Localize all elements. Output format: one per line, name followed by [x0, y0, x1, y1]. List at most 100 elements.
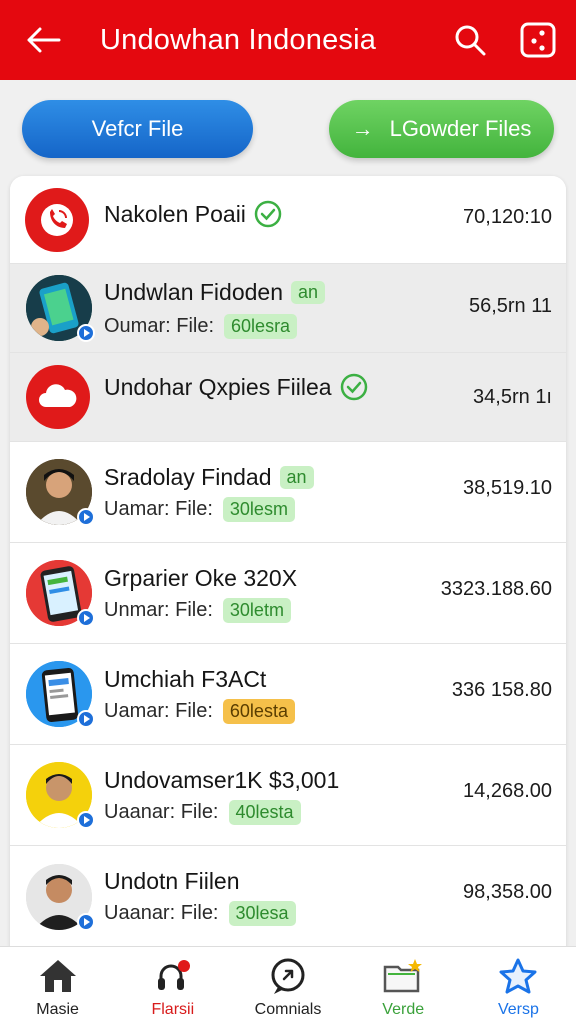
nav-label: Versp [497, 1001, 539, 1018]
search-button[interactable] [440, 0, 500, 80]
nav-item-verde[interactable]: Verde [346, 947, 461, 1024]
file-tag: 60lesra [224, 314, 298, 339]
nav-item-comnials[interactable]: Comnials [230, 947, 345, 1024]
item-name: Undotn Fiilen [104, 868, 240, 895]
file-tag: 40lesta [228, 800, 301, 825]
item-value: 34,5rn 1ı [473, 386, 552, 408]
cloud-icon [26, 365, 90, 429]
chat-icon [271, 958, 305, 994]
sub-label: Oumar: File: [104, 315, 215, 337]
list-item[interactable]: Undotn Fiilen Uaanar: File: 30lesa 98,35… [10, 846, 566, 947]
nav-label: Flarsii [151, 1001, 195, 1018]
phone-icon [25, 187, 89, 252]
item-subline: Uaanar: File: 40lesta [104, 800, 301, 825]
back-button[interactable] [0, 0, 86, 80]
play-badge-icon [77, 811, 95, 829]
bottom-nav: Masie Flarsii Comnials Verde Versp [0, 946, 576, 1024]
list-item[interactable]: Undwlan Fidoden an Oumar: File: 60lesra … [10, 264, 566, 353]
more-button[interactable] [500, 0, 576, 80]
page-title: Undowhan Indonesia [100, 23, 377, 56]
avatar [26, 661, 95, 728]
list-item[interactable]: Sradolay Findad an Uamar: File: 30lesm 3… [10, 442, 566, 543]
list-item[interactable]: Nakolen Poaii 70,120:10 [10, 176, 566, 264]
file-tag: 30lesa [228, 901, 296, 926]
list-item[interactable]: Umchiah F3ACt Uamar: File: 60lesta 336 1… [10, 644, 566, 745]
item-name: Sradolay Findad an [104, 464, 314, 491]
item-name: Undohar Qxpies Fiilea [104, 373, 368, 401]
file-tag: 60lesta [222, 699, 295, 724]
play-badge-icon [77, 609, 95, 627]
headset-icon [157, 960, 190, 990]
item-name: Grparier Oke 320X [104, 565, 297, 592]
item-subline: Unmar: File: 30letm [104, 598, 291, 623]
vefcr-file-button[interactable]: Vefcr File [22, 100, 253, 158]
item-subline: Uaanar: File: 30lesa [104, 901, 296, 926]
nav-label: Verde [382, 1001, 425, 1018]
action-buttons: Vefcr File → LGowder Files [22, 100, 554, 158]
item-value: 3323.188.60 [440, 578, 552, 600]
nav-item-masie[interactable]: Masie [0, 947, 115, 1024]
item-title: Umchiah F3ACt [104, 666, 267, 692]
item-value: 14,268.00 [463, 780, 552, 802]
lgowder-files-button[interactable]: → LGowder Files [329, 100, 554, 158]
nav-label: Masie [36, 1001, 79, 1018]
file-list: Nakolen Poaii 70,120:10 Undwlan Fidoden [10, 176, 566, 948]
search-icon [455, 25, 486, 56]
sub-label: Uaanar: File: [104, 902, 219, 924]
nav-item-flarsii[interactable]: Flarsii [115, 947, 230, 1024]
avatar [26, 365, 90, 429]
play-badge-icon [77, 508, 95, 526]
item-title: Nakolen Poaii [104, 200, 246, 227]
item-value: 336 158.80 [451, 679, 552, 701]
nav-label: Comnials [254, 1001, 322, 1018]
sub-label: Uamar: File: [104, 700, 213, 722]
home-icon [39, 960, 76, 992]
list-item[interactable]: Undovamser1K $3,001 Uaanar: File: 40lest… [10, 745, 566, 846]
item-subline: Oumar: File: 60lesra [104, 314, 298, 339]
name-tag: an [291, 281, 326, 304]
avatar [26, 560, 95, 627]
item-name: Nakolen Poaii [104, 200, 282, 228]
item-title: Sradolay Findad [104, 464, 272, 490]
avatar [26, 762, 95, 829]
item-subline: Uamar: File: 60lesta [104, 699, 295, 724]
play-badge-icon [77, 710, 95, 728]
play-badge-icon [77, 324, 95, 342]
item-value: 38,519.10 [463, 477, 552, 499]
item-title: Undwlan Fidoden [104, 279, 284, 305]
arrow-right-icon: → [351, 116, 374, 141]
star-icon [499, 958, 537, 994]
item-name: Undovamser1K $3,001 [104, 767, 339, 794]
item-title: Undovamser1K $3,001 [104, 767, 340, 793]
avatar [26, 459, 95, 526]
dice-menu-icon [520, 22, 556, 58]
list-item[interactable]: Grparier Oke 320X Unmar: File: 30letm 33… [10, 543, 566, 644]
item-title: Undohar Qxpies Fiilea [104, 373, 332, 400]
item-subline: Uamar: File: 30lesm [104, 497, 295, 522]
file-tag: 30letm [222, 598, 291, 623]
check-circle-icon [340, 373, 367, 401]
nav-item-versp[interactable]: Versp [461, 947, 576, 1024]
top-bar: Undowhan Indonesia [0, 0, 576, 80]
item-value: 98,358.00 [463, 881, 552, 903]
avatar [26, 275, 95, 342]
sub-label: Uaanar: File: [104, 801, 219, 823]
sub-label: Unmar: File: [104, 599, 213, 621]
list-item[interactable]: Undohar Qxpies Fiilea 34,5rn 1ı [10, 353, 566, 442]
lgowder-files-label: LGowder Files [389, 116, 532, 141]
check-circle-icon [254, 200, 282, 228]
name-tag: an [279, 466, 314, 489]
item-title: Grparier Oke 320X [104, 565, 298, 591]
file-tag: 30lesm [222, 497, 295, 522]
item-name: Undwlan Fidoden an [104, 279, 326, 306]
avatar [26, 863, 95, 931]
vefcr-file-label: Vefcr File [91, 116, 184, 141]
avatar [25, 187, 89, 252]
item-value: 70,120:10 [463, 206, 552, 228]
item-name: Umchiah F3ACt [104, 666, 266, 693]
folder-star-icon [383, 959, 423, 993]
arrow-left-icon [27, 27, 61, 53]
item-value: 56,5rn 11 [468, 295, 552, 317]
sub-label: Uamar: File: [104, 498, 213, 520]
item-title: Undotn Fiilen [104, 868, 240, 894]
